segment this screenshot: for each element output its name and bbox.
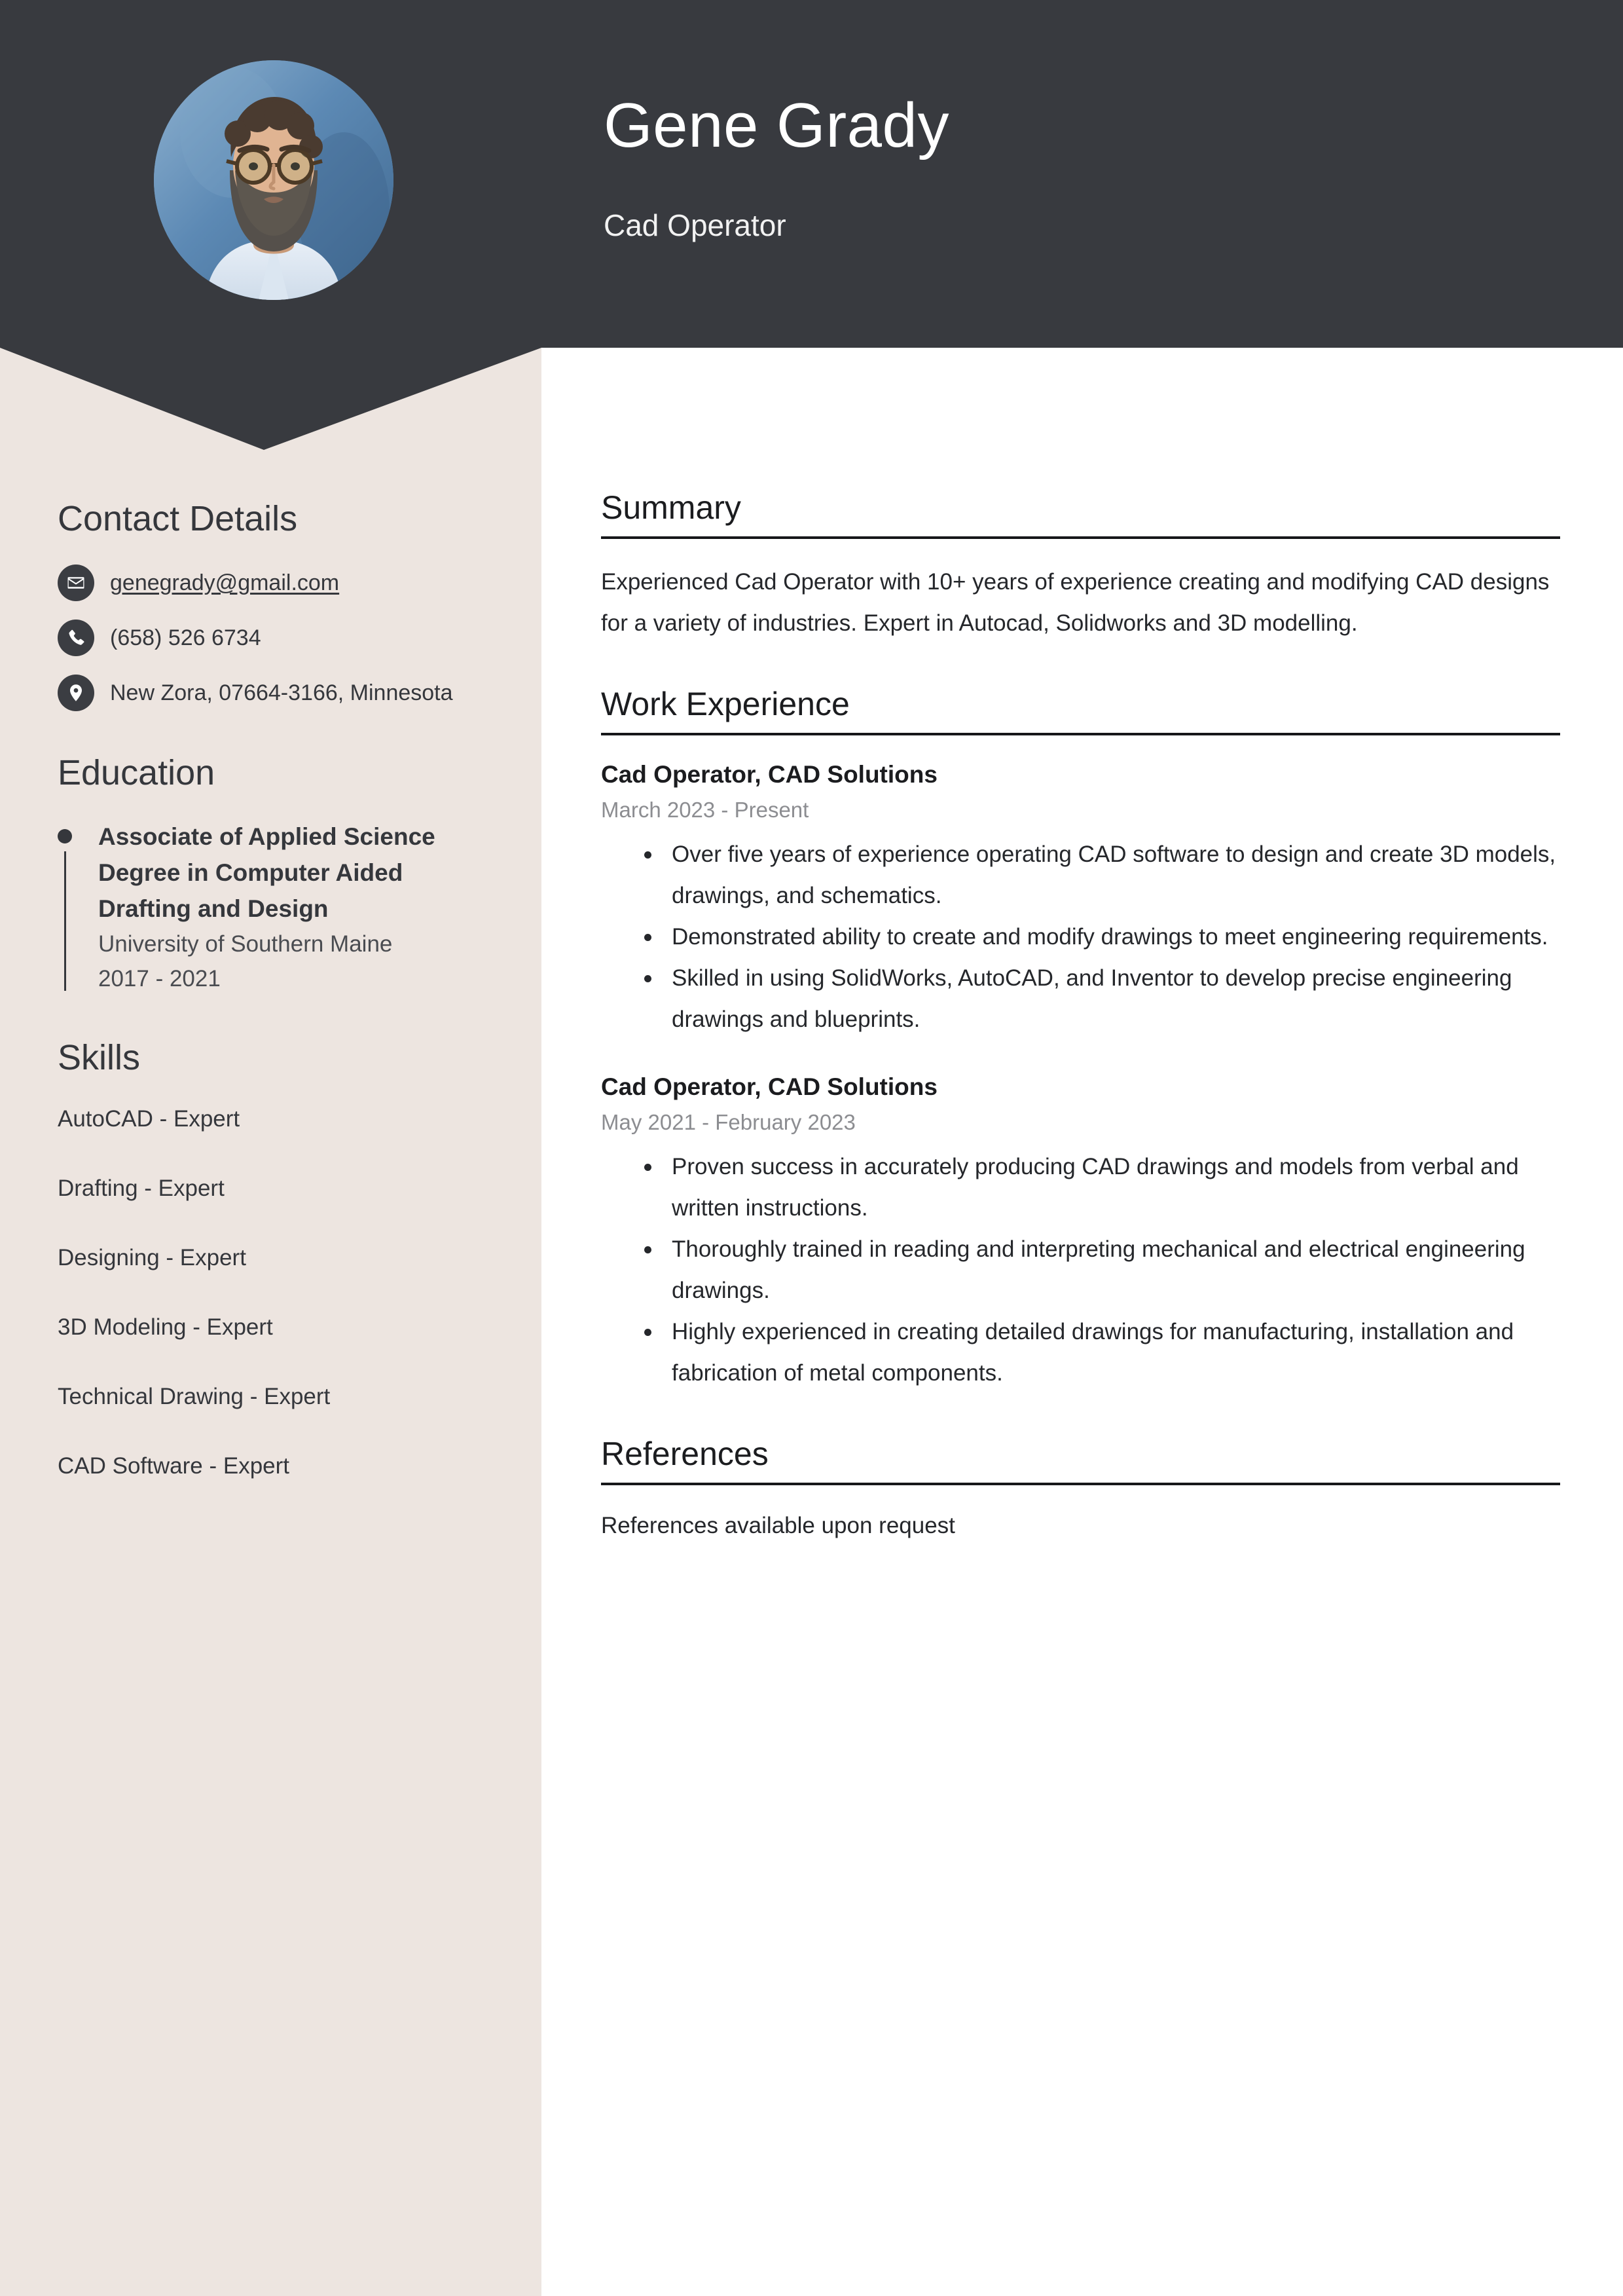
skill-item: CAD Software - Expert: [58, 1453, 289, 1479]
skill-item: Designing - Expert: [58, 1245, 246, 1270]
job-bullet-list: Over five years of experience operating …: [601, 834, 1560, 1040]
job-bullet: Over five years of experience operating …: [644, 834, 1560, 916]
education-item: Associate of Applied Science Degree in C…: [58, 819, 490, 996]
job-bullet: Proven success in accurately producing C…: [644, 1146, 1560, 1229]
job-dates: May 2021 - February 2023: [601, 1110, 856, 1134]
job-entry: Cad Operator, CAD Solutions May 2021 - F…: [601, 1070, 1560, 1394]
job-title: Cad Operator, CAD Solutions: [601, 761, 938, 788]
page-title: Gene Grady: [604, 90, 949, 160]
education-bullet-dot: [58, 829, 72, 843]
summary-text: Experienced Cad Operator with 10+ years …: [601, 569, 1550, 636]
contact-details-heading: Contact Details: [58, 499, 298, 538]
phone-value: (658) 526 6734: [110, 625, 261, 650]
contact-details-section: Contact Details genegrady@gmail.com (658…: [58, 498, 490, 711]
job-title-subtitle: Cad Operator: [604, 208, 786, 242]
skills-heading: Skills: [58, 1038, 141, 1077]
skill-item: Technical Drawing - Expert: [58, 1384, 331, 1409]
contact-item-address: New Zora, 07664-3166, Minnesota: [58, 675, 490, 711]
envelope-icon: [58, 565, 94, 601]
job-bullet: Highly experienced in creating detailed …: [644, 1311, 1560, 1394]
sidebar: Contact Details genegrady@gmail.com (658…: [58, 498, 490, 1523]
summary-divider: [601, 536, 1560, 539]
references-heading: References: [601, 1435, 769, 1472]
skill-item: AutoCAD - Expert: [58, 1106, 240, 1132]
phone-icon: [58, 620, 94, 656]
summary-section: Summary Experienced Cad Operator with 10…: [601, 488, 1560, 644]
job-bullet: Thoroughly trained in reading and interp…: [644, 1229, 1560, 1311]
job-bullet: Skilled in using SolidWorks, AutoCAD, an…: [644, 957, 1560, 1040]
work-experience-heading: Work Experience: [601, 686, 850, 722]
job-bullet: Demonstrated ability to create and modif…: [644, 916, 1560, 957]
resume-page: Gene Grady Cad Operator Contact Details …: [0, 0, 1623, 2296]
job-dates: March 2023 - Present: [601, 798, 809, 822]
work-experience-divider: [601, 733, 1560, 735]
job-entry: Cad Operator, CAD Solutions March 2023 -…: [601, 758, 1560, 1040]
work-experience-section: Work Experience Cad Operator, CAD Soluti…: [601, 684, 1560, 1394]
summary-heading: Summary: [601, 489, 741, 526]
profile-photo-illustration: [154, 60, 393, 300]
job-title: Cad Operator, CAD Solutions: [601, 1073, 938, 1100]
education-degree: Associate of Applied Science Degree in C…: [98, 823, 435, 922]
references-text: References available upon request: [601, 1513, 955, 1538]
contact-item-email[interactable]: genegrady@gmail.com: [58, 565, 490, 601]
avatar: [154, 60, 393, 300]
skill-item: Drafting - Expert: [58, 1176, 225, 1201]
education-dates: 2017 - 2021: [98, 966, 221, 991]
main-content: Summary Experienced Cad Operator with 10…: [601, 488, 1560, 1585]
address-value: New Zora, 07664-3166, Minnesota: [110, 680, 453, 705]
education-timeline-rail: [64, 851, 66, 991]
education-heading: Education: [58, 753, 215, 792]
email-value[interactable]: genegrady@gmail.com: [110, 565, 339, 601]
skill-item: 3D Modeling - Expert: [58, 1314, 273, 1340]
education-school: University of Southern Maine: [98, 931, 393, 957]
references-section: References References available upon req…: [601, 1434, 1560, 1544]
skills-section: Skills AutoCAD - Expert Drafting - Exper…: [58, 1037, 490, 1482]
job-bullet-list: Proven success in accurately producing C…: [601, 1146, 1560, 1394]
contact-item-phone[interactable]: (658) 526 6734: [58, 620, 490, 656]
location-pin-icon: [58, 675, 94, 711]
education-section: Education Associate of Applied Science D…: [58, 752, 490, 996]
references-divider: [601, 1483, 1560, 1485]
